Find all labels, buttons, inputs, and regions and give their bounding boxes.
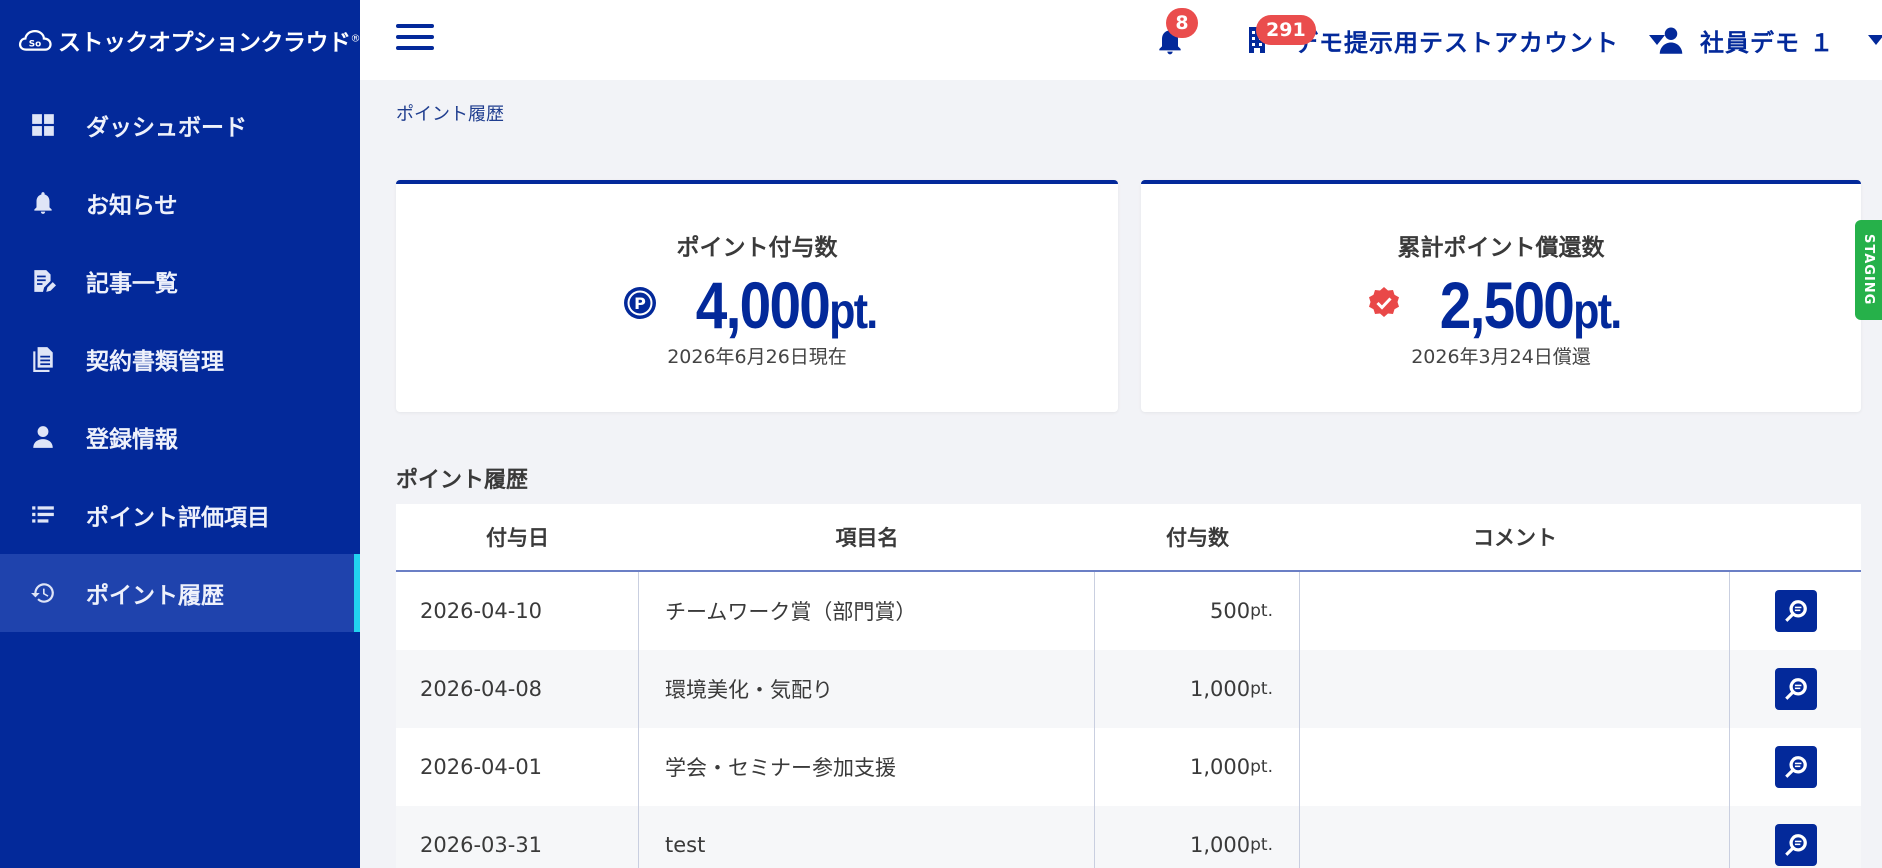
dashboard-icon	[28, 110, 58, 140]
sidebar-item-label: 記事一覧	[86, 271, 178, 297]
cell-amount: 500 pt.	[1095, 572, 1300, 650]
notifications-button[interactable]: 8	[1154, 8, 1198, 60]
section-title: ポイント履歴	[396, 468, 529, 493]
table-header: 付与日 項目名 付与数 コメント	[396, 504, 1861, 572]
search-comment-icon	[1784, 834, 1807, 856]
chevron-down-icon	[1868, 35, 1882, 45]
staging-tab[interactable]: STAGING	[1855, 220, 1882, 320]
sidebar-item-registration[interactable]: 登録情報	[0, 398, 360, 476]
card-date: 2026年3月24日償還	[1411, 346, 1591, 368]
card-title: 累計ポイント償還数	[1397, 235, 1605, 261]
point-history-table: 付与日 項目名 付与数 コメント 2026-04-10 チームワーク賞（部門賞）…	[396, 504, 1861, 868]
sidebar-item-label: ポイント評価項目	[86, 505, 270, 531]
cell-amount: 1,000 pt.	[1095, 728, 1300, 806]
svg-text:P: P	[634, 294, 646, 313]
sidebar-item-point-history[interactable]: ポイント履歴	[0, 554, 360, 632]
svg-text:So: So	[29, 40, 41, 50]
breadcrumb: ポイント履歴	[396, 104, 504, 125]
search-comment-icon	[1784, 756, 1807, 778]
point-icon: P	[623, 286, 657, 324]
sidebar-item-dashboard[interactable]: ダッシュボード	[0, 86, 360, 164]
cell-item: test	[639, 806, 1095, 868]
sidebar-item-label: お知らせ	[86, 193, 178, 219]
user-name: 社員デモ １	[1700, 28, 1835, 57]
points-redeemed-value: 2,500pt.	[1439, 268, 1623, 342]
sidebar-item-articles[interactable]: 記事一覧	[0, 242, 360, 320]
cell-comment	[1300, 728, 1730, 806]
brand-name: ストックオプションクラウド®	[58, 30, 360, 56]
cell-amount: 1,000 pt.	[1095, 806, 1300, 868]
cell-date: 2026-04-10	[396, 572, 639, 650]
bell-icon	[28, 188, 58, 218]
detail-button[interactable]	[1774, 590, 1817, 632]
cell-date: 2026-04-01	[396, 728, 639, 806]
sidebar-item-contracts[interactable]: 契約書類管理	[0, 320, 360, 398]
card-date: 2026年6月26日現在	[667, 346, 847, 368]
cell-date: 2026-04-08	[396, 650, 639, 728]
points-granted-card: ポイント付与数 P 4,000pt. 2026年6月26日現在	[396, 180, 1118, 412]
points-granted-value: 4,000pt.	[695, 268, 879, 342]
sidebar-item-notices[interactable]: お知らせ	[0, 164, 360, 242]
column-header-date: 付与日	[486, 526, 549, 550]
table-row: 2026-04-08 環境美化・気配り 1,000 pt.	[396, 650, 1861, 728]
history-icon	[28, 578, 58, 608]
brand-logo[interactable]: So ストックオプションクラウド®	[0, 0, 360, 80]
article-icon	[28, 266, 58, 296]
column-header-item: 項目名	[835, 526, 899, 550]
cell-item: 学会・セミナー参加支援	[639, 728, 1095, 806]
sidebar: So ストックオプションクラウド® ダッシュボード お知らせ 記事一覧 契約書類…	[0, 0, 360, 868]
table-row: 2026-04-01 学会・セミナー参加支援 1,000 pt.	[396, 728, 1861, 806]
card-title: ポイント付与数	[676, 235, 838, 261]
cloud-logo-icon: So	[18, 30, 52, 51]
sidebar-nav: ダッシュボード お知らせ 記事一覧 契約書類管理 登録情報 ポイント評価項目 ポ…	[0, 86, 360, 632]
cell-item: チームワーク賞（部門賞）	[639, 572, 1095, 650]
cell-item: 環境美化・気配り	[639, 650, 1095, 728]
detail-button[interactable]	[1774, 668, 1817, 710]
cell-comment	[1300, 806, 1730, 868]
column-header-comment: コメント	[1473, 526, 1557, 550]
detail-button[interactable]	[1774, 746, 1817, 788]
search-comment-icon	[1784, 600, 1807, 622]
cell-comment	[1300, 572, 1730, 650]
points-redeemed-card: 累計ポイント償還数 2,500pt. 2026年3月24日償還	[1141, 180, 1861, 412]
cell-date: 2026-03-31	[396, 806, 639, 868]
list-icon	[28, 500, 58, 530]
verified-badge-icon	[1367, 286, 1401, 324]
document-icon	[28, 344, 58, 374]
sidebar-item-label: ポイント履歴	[86, 583, 224, 609]
sidebar-item-label: 登録情報	[86, 427, 178, 453]
company-badge: 291	[1256, 15, 1316, 45]
menu-toggle-icon[interactable]	[396, 24, 434, 54]
sidebar-item-label: ダッシュボード	[86, 115, 247, 141]
detail-button[interactable]	[1774, 824, 1817, 866]
notification-badge: 8	[1166, 8, 1198, 38]
sidebar-item-label: 契約書類管理	[86, 349, 224, 375]
sidebar-item-evaluation[interactable]: ポイント評価項目	[0, 476, 360, 554]
table-row: 2026-04-10 チームワーク賞（部門賞） 500 pt.	[396, 572, 1861, 650]
user-icon	[1659, 27, 1683, 54]
building-icon: 291	[1246, 15, 1316, 55]
top-header: 8 291 デモ提示用テストアカウント 社員デモ １	[360, 0, 1882, 80]
cell-comment	[1300, 650, 1730, 728]
company-selector[interactable]: 291 デモ提示用テストアカウント	[1246, 15, 1665, 64]
company-name: デモ提示用テストアカウント	[1294, 28, 1619, 57]
column-header-amount: 付与数	[1166, 526, 1229, 550]
user-menu[interactable]: 社員デモ １	[1656, 16, 1882, 64]
table-body: 2026-04-10 チームワーク賞（部門賞） 500 pt. 2026-04-0…	[396, 572, 1861, 868]
cell-amount: 1,000 pt.	[1095, 650, 1300, 728]
search-comment-icon	[1784, 678, 1807, 700]
table-row: 2026-03-31 test 1,000 pt.	[396, 806, 1861, 868]
person-icon	[28, 422, 58, 452]
